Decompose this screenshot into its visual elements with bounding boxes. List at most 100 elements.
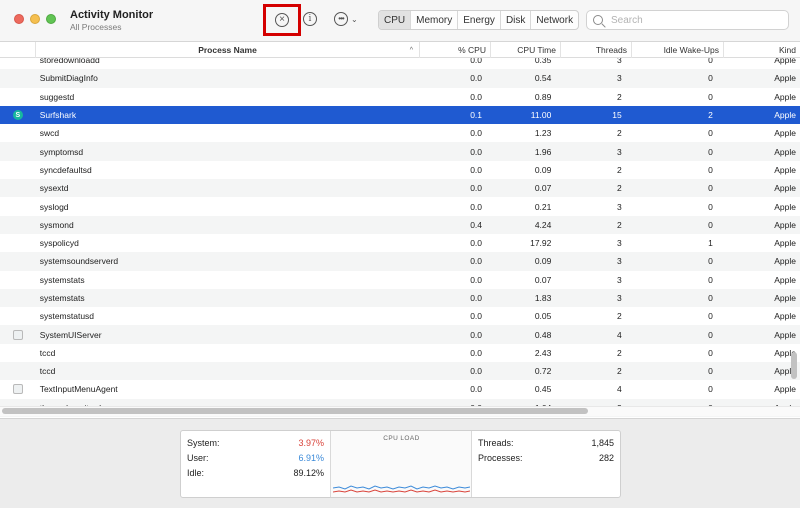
table-header: Process Name ^ % CPU CPU Time Threads Id… xyxy=(0,42,800,58)
column-cpu-percent[interactable]: % CPU xyxy=(420,42,491,58)
table-row[interactable]: S Surfshark 0.1 11.00 15 2 Apple xyxy=(0,105,800,125)
cpu-time: 0.48 xyxy=(534,329,552,340)
idle-wakeups: 1 xyxy=(708,238,713,249)
idle-wakeups: 0 xyxy=(708,73,713,84)
stats-box: System: 3.97% User: 6.91% Idle: 89.12% C… xyxy=(180,430,621,498)
threads-count: 3 xyxy=(616,146,622,157)
stop-process-button[interactable]: × xyxy=(263,4,301,36)
column-threads[interactable]: Threads xyxy=(561,42,632,58)
close-window-button[interactable] xyxy=(14,14,24,24)
table-row[interactable]: systemstats 0.0 1.83 3 0 Apple xyxy=(0,288,800,308)
process-name: tccd xyxy=(39,366,56,377)
cpu-percent: 0.0 xyxy=(470,183,483,194)
table-row[interactable]: systemstats 0.0 0.07 3 0 Apple xyxy=(0,271,800,289)
table-row[interactable]: systemsoundserverd 0.0 0.09 3 0 Apple xyxy=(0,252,800,271)
process-name: syspolicyd xyxy=(39,238,79,249)
table-row[interactable]: sysmond 0.4 4.24 2 0 Apple xyxy=(0,215,800,234)
zoom-window-button[interactable] xyxy=(46,14,56,24)
idle-wakeups: 0 xyxy=(708,128,713,139)
process-icon-cell xyxy=(0,216,36,234)
tab-disk[interactable]: Disk xyxy=(501,11,532,29)
process-kind: Apple xyxy=(774,91,796,102)
process-icon-cell xyxy=(0,197,36,215)
table-row[interactable]: systemstatusd 0.0 0.05 2 0 Apple xyxy=(0,307,800,325)
table-row[interactable]: TextInputMenuAgent 0.0 0.45 4 0 Apple xyxy=(0,380,800,398)
graph-title: CPU LOAD xyxy=(383,435,420,442)
more-actions-button[interactable]: ••• ⌄ xyxy=(334,12,358,26)
vertical-scrollbar-thumb[interactable] xyxy=(791,352,797,379)
process-kind: Apple xyxy=(774,164,796,175)
threads-count: 2 xyxy=(616,347,622,358)
idle-wakeups: 0 xyxy=(708,329,713,340)
table-row[interactable]: suggestd 0.0 0.89 2 0 Apple xyxy=(0,88,800,106)
process-kind: Apple xyxy=(774,110,796,121)
table-row[interactable]: SystemUIServer 0.0 0.48 4 0 Apple xyxy=(0,325,800,344)
table-row[interactable]: swcd 0.0 1.23 2 0 Apple xyxy=(0,124,800,142)
process-name: suggestd xyxy=(39,91,75,102)
stat-value: 6.91% xyxy=(298,452,324,463)
process-name: SubmitDiagInfo xyxy=(39,73,98,84)
process-kind: Apple xyxy=(774,256,796,267)
user-stat: User: 6.91% xyxy=(187,450,324,465)
process-name: sysmond xyxy=(39,219,74,230)
table-row[interactable]: SubmitDiagInfo 0.0 0.54 3 0 Apple xyxy=(0,69,800,88)
cpu-percent: 0.0 xyxy=(470,128,483,139)
process-icon-cell xyxy=(0,69,36,87)
threads-count: 2 xyxy=(616,164,622,175)
cpu-time: 11.00 xyxy=(530,110,552,121)
cpu-percent: 0.0 xyxy=(470,384,483,395)
table-row[interactable]: syslogd 0.0 0.21 3 0 Apple xyxy=(0,197,800,215)
column-label: Idle Wake-Ups xyxy=(663,45,719,55)
process-list: storedownloadd 0.0 0.35 3 0 Apple SubmitDiagIn… xyxy=(0,51,800,417)
column-cpu-time[interactable]: CPU Time xyxy=(491,42,561,58)
cpu-usage-stats: System: 3.97% User: 6.91% Idle: 89.12% xyxy=(181,431,331,497)
process-kind: Apple xyxy=(774,384,796,395)
table-row[interactable]: syncdefaultsd 0.0 0.09 2 0 Apple xyxy=(0,161,800,179)
column-icon xyxy=(0,42,36,58)
table-row[interactable]: symptomsd 0.0 1.96 3 0 Apple xyxy=(0,142,800,161)
process-kind: Apple xyxy=(774,238,796,249)
process-icon-cell xyxy=(0,380,36,398)
process-name: symptomsd xyxy=(39,146,84,157)
process-icon-cell xyxy=(0,252,36,270)
minimize-window-button[interactable] xyxy=(30,14,40,24)
cpu-percent: 0.4 xyxy=(470,219,483,230)
horizontal-scrollbar-thumb[interactable] xyxy=(2,408,588,414)
column-kind[interactable]: Kind xyxy=(724,42,800,58)
threads-count: 2 xyxy=(616,366,622,377)
info-circle-icon: i xyxy=(308,14,312,24)
column-label: Kind xyxy=(778,45,796,55)
idle-wakeups: 0 xyxy=(708,256,713,267)
cpu-load-graph: CPU LOAD xyxy=(331,431,472,497)
cpu-percent: 0.0 xyxy=(470,311,483,322)
cpu-percent: 0.0 xyxy=(470,201,483,212)
cpu-time: 0.45 xyxy=(534,384,552,395)
table-row[interactable]: tccd 0.0 2.43 2 0 Apple xyxy=(0,344,800,362)
process-icon-cell xyxy=(0,142,36,160)
tab-energy[interactable]: Energy xyxy=(458,11,501,29)
cpu-percent: 0.0 xyxy=(470,274,483,285)
process-icon-cell xyxy=(0,344,36,362)
tab-network[interactable]: Network xyxy=(531,11,578,29)
process-kind: Apple xyxy=(774,274,796,285)
cpu-time: 4.24 xyxy=(534,219,552,230)
search-input[interactable] xyxy=(611,14,781,26)
idle-wakeups: 0 xyxy=(708,91,713,102)
idle-wakeups: 0 xyxy=(708,274,713,285)
info-button[interactable]: i xyxy=(303,12,317,26)
table-row[interactable]: sysextd 0.0 0.07 2 0 Apple xyxy=(0,179,800,198)
process-kind: Apple xyxy=(774,219,796,230)
tab-cpu[interactable]: CPU xyxy=(379,11,412,29)
cpu-percent: 0.0 xyxy=(470,91,483,102)
tab-memory[interactable]: Memory xyxy=(411,11,459,29)
table-row[interactable]: tccd 0.0 0.72 2 0 Apple xyxy=(0,362,800,381)
idle-wakeups: 0 xyxy=(708,146,713,157)
column-process-name[interactable]: Process Name ^ xyxy=(36,42,420,58)
column-idle-wakeups[interactable]: Idle Wake-Ups xyxy=(632,42,724,58)
cpu-time: 0.54 xyxy=(534,73,552,84)
process-name: systemstats xyxy=(39,293,85,303)
process-kind: Apple xyxy=(774,183,796,194)
search-field[interactable] xyxy=(586,10,789,30)
cpu-percent: 0.0 xyxy=(470,293,483,303)
table-row[interactable]: syspolicyd 0.0 17.92 3 1 Apple xyxy=(0,234,800,252)
